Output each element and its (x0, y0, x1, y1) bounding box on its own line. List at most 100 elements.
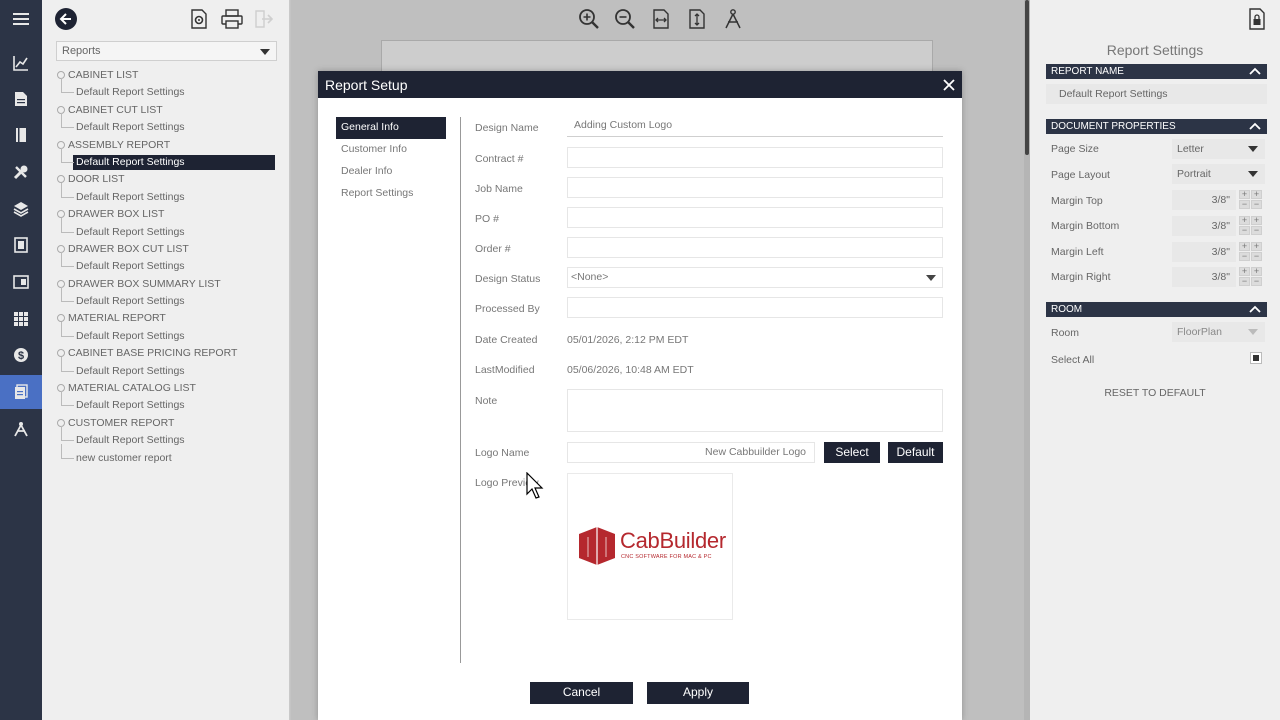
tree-item[interactable]: Default Report Settings (42, 286, 290, 310)
panel-title: Report Settings (1106, 42, 1204, 58)
page-layout-label: Page Layout (1051, 169, 1110, 181)
close-icon[interactable] (940, 76, 958, 94)
tree-category[interactable]: CUSTOMER REPORT (42, 415, 290, 432)
tree-category[interactable]: MATERIAL REPORT (42, 310, 290, 327)
margin-top-stepper[interactable]: + + − − (1239, 190, 1265, 210)
layers-icon[interactable] (0, 192, 42, 226)
design-status-value: <None> (571, 271, 609, 283)
page-layout-select[interactable]: Portrait (1172, 164, 1265, 184)
room-section-header[interactable]: ROOM (1046, 302, 1267, 317)
design-name-label: Design Name (475, 122, 539, 134)
chart-line-icon[interactable] (0, 46, 42, 80)
room-select[interactable]: FloorPlan (1172, 322, 1265, 342)
logo-brand-text: CabBuilder (620, 528, 726, 553)
job-name-input[interactable] (567, 177, 943, 198)
tree-item[interactable]: Default Report Settings (42, 182, 290, 206)
tree-item-selected[interactable]: Default Report Settings (42, 147, 290, 171)
cancel-button[interactable]: Cancel (530, 682, 633, 704)
tools-icon[interactable] (0, 155, 42, 189)
grid-icon[interactable] (0, 302, 42, 336)
reports-dropdown[interactable]: Reports (56, 41, 277, 61)
tree-category[interactable]: MATERIAL CATALOG LIST (42, 380, 290, 397)
tree-item[interactable]: Default Report Settings (42, 426, 290, 449)
contract-label: Contract # (475, 153, 524, 165)
nav-general-info[interactable]: General Info (336, 117, 446, 139)
measure-compass-icon[interactable] (720, 6, 746, 32)
tree-item-label: Default Report Settings (76, 121, 185, 134)
report-settings-panel: Report Settings REPORT NAME Default Repo… (1030, 0, 1280, 720)
back-arrow-icon[interactable] (54, 7, 78, 31)
tree-category[interactable]: ASSEMBLY REPORT (42, 137, 290, 154)
default-logo-button[interactable]: Default (888, 442, 943, 463)
apply-button[interactable]: Apply (647, 682, 749, 704)
document-properties-section-header[interactable]: DOCUMENT PROPERTIES (1046, 119, 1267, 134)
tree-item[interactable]: Default Report Settings (42, 252, 290, 275)
logo-name-input[interactable]: New Cabbuilder Logo (567, 442, 815, 463)
margin-bottom-stepper[interactable]: + + − − (1239, 216, 1265, 236)
scrollbar-thumb[interactable] (1025, 0, 1029, 155)
hamburger-menu-icon[interactable] (0, 2, 42, 36)
design-name-input[interactable]: Adding Custom Logo (567, 116, 943, 137)
zoom-in-icon[interactable] (576, 6, 602, 32)
page-size-label: Page Size (1051, 143, 1099, 155)
printer-icon[interactable] (220, 7, 244, 31)
room-label: Room (1051, 327, 1080, 339)
zoom-out-icon[interactable] (612, 6, 638, 32)
margin-left-stepper[interactable]: + + − − (1239, 242, 1265, 262)
lock-document-icon[interactable] (1248, 8, 1266, 30)
po-input[interactable] (567, 207, 943, 228)
compass-icon[interactable] (0, 412, 42, 446)
panel-icon[interactable] (0, 265, 42, 299)
report-name-field[interactable]: Default Report Settings (1046, 84, 1267, 104)
tree-category[interactable]: DRAWER BOX SUMMARY LIST (42, 276, 290, 293)
contract-input[interactable] (567, 147, 943, 168)
tree-item[interactable]: Default Report Settings (42, 78, 290, 101)
reset-to-default-button[interactable]: RESET TO DEFAULT (1030, 387, 1280, 399)
tree-item[interactable]: Default Report Settings (42, 321, 290, 345)
logo-name-label: Logo Name (475, 447, 530, 459)
margin-right-stepper[interactable]: + + − − (1239, 267, 1265, 287)
select-logo-button[interactable]: Select (824, 442, 880, 463)
nav-dealer-info[interactable]: Dealer Info (336, 161, 446, 183)
book-icon[interactable] (0, 118, 42, 152)
tree-item[interactable]: Default Report Settings (42, 391, 290, 414)
tree-item-label: Default Report Settings (76, 86, 185, 99)
dollar-icon[interactable]: $ (0, 338, 42, 372)
note-label: Note (475, 395, 498, 407)
margin-bottom-label: Margin Bottom (1051, 220, 1120, 232)
export-icon[interactable] (252, 7, 276, 31)
tree-category[interactable]: CABINET LIST (42, 67, 290, 84)
chevron-up-icon (1249, 305, 1261, 313)
tree-item[interactable]: new customer report (42, 443, 290, 467)
margin-top-input[interactable]: 3/8" (1172, 190, 1236, 210)
select-all-checkbox[interactable] (1250, 352, 1262, 364)
document-icon[interactable] (0, 82, 42, 116)
note-textarea[interactable] (567, 389, 943, 432)
fit-width-icon[interactable] (648, 6, 674, 32)
design-status-select[interactable]: <None> (567, 267, 943, 288)
reports-icon[interactable] (0, 375, 42, 409)
tree-item[interactable]: Default Report Settings (42, 356, 290, 380)
cabbuilder-logo-icon (579, 527, 615, 565)
tree-category[interactable]: CABINET CUT LIST (42, 102, 290, 119)
margin-left-input[interactable]: 3/8" (1172, 242, 1236, 262)
processed-by-input[interactable] (567, 297, 943, 318)
nav-customer-info[interactable]: Customer Info (336, 139, 446, 161)
tree-item[interactable]: Default Report Settings (42, 113, 290, 136)
margin-right-input[interactable]: 3/8" (1172, 267, 1236, 287)
tree-item[interactable]: Default Report Settings (42, 217, 290, 241)
tree-item-label: new customer report (76, 451, 172, 464)
design-status-label: Design Status (475, 273, 541, 285)
tree-category[interactable]: DRAWER BOX CUT LIST (42, 241, 290, 258)
page-size-select[interactable]: Letter (1172, 139, 1265, 159)
tree-category[interactable]: DOOR LIST (42, 171, 290, 188)
settings-document-icon[interactable] (187, 7, 211, 31)
tree-category[interactable]: DRAWER BOX LIST (42, 206, 290, 223)
order-input[interactable] (567, 237, 943, 258)
report-name-section-header[interactable]: REPORT NAME (1046, 64, 1267, 79)
margin-bottom-input[interactable]: 3/8" (1172, 216, 1236, 236)
nav-report-settings[interactable]: Report Settings (336, 183, 446, 205)
cabinet-icon[interactable] (0, 228, 42, 262)
fit-height-icon[interactable] (684, 6, 710, 32)
tree-category[interactable]: CABINET BASE PRICING REPORT (42, 345, 290, 362)
